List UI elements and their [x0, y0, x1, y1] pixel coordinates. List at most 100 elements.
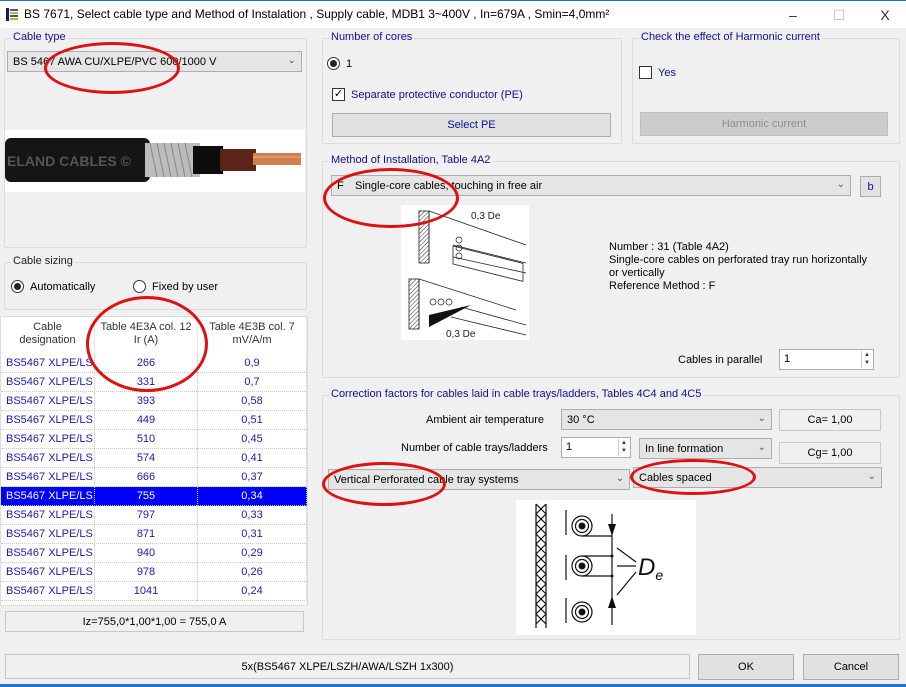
iz-formula-field: Iz=755,0*1,00*1,00 = 755,0 A	[5, 611, 304, 632]
table-row[interactable]: BS5467 XLPE/LS... 393 0,58	[1, 392, 307, 411]
cell-ir: 510	[95, 430, 198, 449]
cores-1-label: 1	[346, 57, 353, 70]
header-line: Table 4E3B col. 7	[209, 321, 295, 333]
table-row[interactable]: BS5467 XLPE/LS... 574 0,41	[1, 449, 307, 468]
cell-mv: 0,31	[198, 525, 307, 544]
b-button-label: b	[867, 180, 874, 193]
method-text: Single-core cables, touching in free air	[355, 179, 543, 192]
table-row[interactable]: BS5467 XLPE/LS... 940 0,29	[1, 544, 307, 563]
header-mv[interactable]: Table 4E3B col. 7 mV/A/m	[198, 317, 307, 353]
table-row[interactable]: BS5467 XLPE/LS... 1041 0,24	[1, 582, 307, 601]
maximize-button[interactable]: ☐	[816, 1, 862, 29]
info-line: Single-core cables on perforated tray ru…	[609, 254, 868, 266]
spinner-arrows-icon[interactable]: ▲ ▼	[861, 351, 872, 368]
radio-selected-icon	[327, 57, 340, 70]
cell-mv: 0,9	[198, 354, 307, 373]
cable-sizing-legend: Cable sizing	[11, 255, 75, 267]
table-row[interactable]: BS5467 XLPE/LS... 331 0,7	[1, 373, 307, 392]
harmonic-yes-label: Yes	[658, 66, 676, 79]
table-row[interactable]: BS5467 XLPE/LS... 797 0,33	[1, 506, 307, 525]
header-ir[interactable]: Table 4E3A col. 12 Ir (A)	[95, 317, 198, 353]
cancel-button[interactable]: Cancel	[803, 654, 899, 680]
info-line: Reference Method : F	[609, 280, 716, 292]
cell-mv: 0,29	[198, 544, 307, 563]
cables-in-parallel-label: Cables in parallel	[678, 354, 763, 366]
cell-ir: 871	[95, 525, 198, 544]
cell-designation: BS5467 XLPE/LS...	[1, 354, 95, 373]
header-cable-designation[interactable]: Cable designation	[1, 317, 95, 353]
cell-designation: BS5467 XLPE/LS...	[1, 544, 95, 563]
title-bar: BS 7671, Select cable type and Method of…	[0, 0, 906, 28]
b-button[interactable]: b	[860, 176, 881, 197]
select-pe-button[interactable]: Select PE	[332, 113, 611, 137]
installation-method-select[interactable]: F Single-core cables, touching in free a…	[331, 175, 851, 196]
method-code: F	[337, 179, 344, 192]
info-line: Number : 31 (Table 4A2)	[609, 241, 729, 253]
table-row[interactable]: BS5467 XLPE/LS... 266 0,9	[1, 354, 307, 373]
radio-selected-icon	[11, 280, 24, 293]
cable-type-value: BS 5467 AWA CU/XLPE/PVC 600/1000 V	[13, 55, 217, 68]
table-row[interactable]: BS5467 XLPE/LS... 510 0,45	[1, 430, 307, 449]
cell-ir: 449	[95, 411, 198, 430]
sizing-fixed-label: Fixed by user	[152, 280, 219, 293]
table-row[interactable]: BS5467 XLPE/LS... 666 0,37	[1, 468, 307, 487]
spinner-arrows-icon[interactable]: ▲ ▼	[618, 439, 629, 456]
formation-value: In line formation	[645, 442, 724, 455]
cell-mv: 0,24	[198, 582, 307, 601]
installation-diagram: 0,3 De 0,3 De	[401, 205, 529, 340]
table-row[interactable]: BS5467 XLPE/LS... 871 0,31	[1, 525, 307, 544]
harmonic-yes-checkbox[interactable]: Yes	[639, 66, 676, 79]
cell-designation: BS5467 XLPE/LS...	[1, 392, 95, 411]
table-row[interactable]: BS5467 XLPE/LS... 755 0,34	[1, 487, 307, 506]
cores-1-radio[interactable]: 1	[327, 57, 352, 70]
table-row[interactable]: BS5467 XLPE/LS... 449 0,51	[1, 411, 307, 430]
tray-system-select[interactable]: Vertical Perforated cable tray systems ⌄	[328, 469, 630, 490]
spacing-select[interactable]: Cables spaced ⌄	[633, 467, 882, 488]
cell-ir: 666	[95, 468, 198, 487]
cell-mv: 0,45	[198, 430, 307, 449]
cell-ir: 978	[95, 563, 198, 582]
trays-label: Number of cable trays/ladders	[401, 442, 548, 454]
pe-checkbox[interactable]: ✓ Separate protective conductor (PE)	[332, 88, 523, 101]
chevron-down-icon: ⌄	[757, 442, 766, 453]
cell-ir: 266	[95, 354, 198, 373]
sizing-automatic-radio[interactable]: Automatically	[11, 280, 95, 293]
diagram-label-bottom: 0,3 De	[446, 329, 476, 340]
cell-designation: BS5467 XLPE/LS...	[1, 373, 95, 392]
correction-legend: Correction factors for cables laid in ca…	[329, 388, 704, 400]
installation-info: Number : 31 (Table 4A2) Single-core cabl…	[609, 241, 867, 293]
cell-mv: 0,33	[198, 506, 307, 525]
info-line: or vertically	[609, 267, 665, 279]
app-icon	[6, 8, 18, 21]
cable-image: ELAND CABLES ©	[5, 130, 305, 192]
sizing-automatic-label: Automatically	[30, 280, 96, 293]
chevron-down-icon: ⌄	[757, 413, 766, 424]
ok-button[interactable]: OK	[698, 654, 794, 680]
close-button[interactable]: X	[862, 1, 906, 29]
harmonic-current-button[interactable]: Harmonic current	[640, 112, 888, 136]
cell-ir: 1041	[95, 582, 198, 601]
close-icon: X	[880, 7, 890, 23]
harmonic-current-label: Harmonic current	[721, 118, 807, 130]
cell-ir: 393	[95, 392, 198, 411]
ambient-temp-select[interactable]: 30 °C ⌄	[561, 409, 772, 430]
number-of-cores-legend: Number of cores	[329, 31, 415, 43]
ambient-temp-value: 30 °C	[567, 413, 595, 426]
cell-designation: BS5467 XLPE/LS...	[1, 563, 95, 582]
cables-in-parallel-spinner[interactable]: 1 ▲ ▼	[779, 349, 874, 370]
sizing-fixed-radio[interactable]: Fixed by user	[133, 280, 218, 293]
ok-label: OK	[738, 661, 754, 673]
header-line: Ir (A)	[133, 334, 159, 346]
minimize-button[interactable]: –	[770, 1, 816, 29]
header-line: designation	[19, 334, 76, 346]
cell-designation: BS5467 XLPE/LS...	[1, 525, 95, 544]
cell-mv: 0,26	[198, 563, 307, 582]
chevron-down-icon: ⌄	[867, 471, 876, 482]
tray-system-value: Vertical Perforated cable tray systems	[334, 473, 519, 486]
cell-mv: 0,7	[198, 373, 307, 392]
trays-spinner[interactable]: 1 ▲ ▼	[561, 437, 631, 458]
formation-select[interactable]: In line formation ⌄	[639, 438, 772, 459]
table-row[interactable]: BS5467 XLPE/LS... 978 0,26	[1, 563, 307, 582]
ca-field: Ca= 1,00	[779, 409, 881, 431]
cable-type-select[interactable]: BS 5467 AWA CU/XLPE/PVC 600/1000 V ⌄	[7, 51, 302, 72]
